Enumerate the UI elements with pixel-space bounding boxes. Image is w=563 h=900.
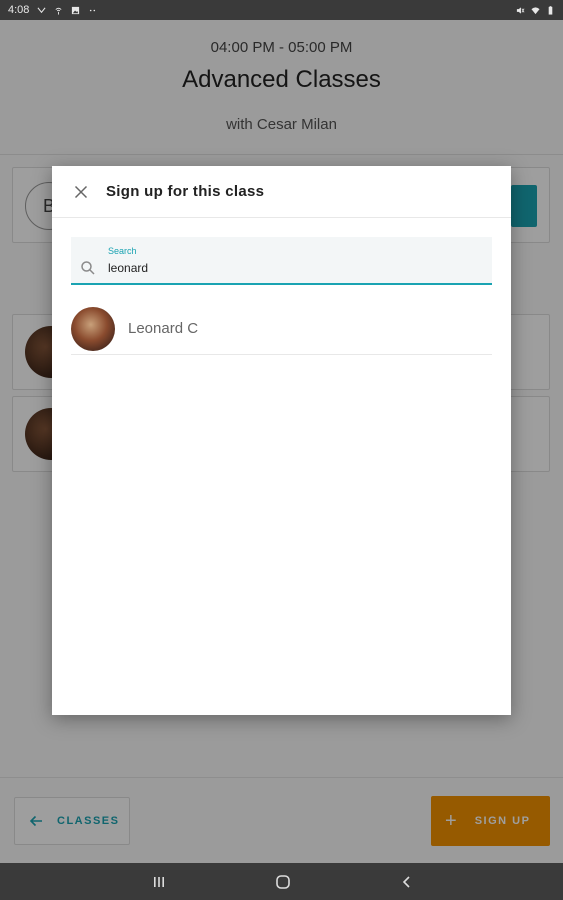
result-name: Leonard C bbox=[128, 320, 199, 337]
search-label: Search bbox=[108, 246, 137, 256]
close-icon[interactable] bbox=[72, 183, 90, 201]
mute-icon bbox=[516, 6, 525, 14]
search-result-item[interactable]: Leonard C bbox=[71, 303, 492, 355]
more-icon bbox=[90, 9, 96, 11]
recent-apps-icon[interactable] bbox=[149, 872, 169, 892]
battery-icon bbox=[548, 5, 553, 15]
sign-up-dialog: Sign up for this class Search Leonard C bbox=[52, 166, 511, 715]
wifi-icon bbox=[531, 6, 540, 14]
wifi-calling-icon bbox=[55, 7, 62, 15]
missed-call-icon bbox=[37, 6, 46, 13]
search-icon bbox=[81, 261, 95, 275]
avatar bbox=[71, 306, 115, 351]
system-nav-bar bbox=[0, 863, 563, 900]
search-input[interactable] bbox=[108, 261, 478, 275]
home-icon[interactable] bbox=[273, 872, 293, 892]
status-bar: 4:08 bbox=[0, 0, 563, 20]
dialog-header: Sign up for this class bbox=[52, 166, 511, 218]
back-icon[interactable] bbox=[397, 872, 417, 892]
image-icon bbox=[72, 6, 80, 14]
search-field[interactable]: Search bbox=[71, 237, 492, 285]
dialog-title: Sign up for this class bbox=[106, 183, 265, 200]
status-time: 4:08 bbox=[8, 4, 30, 16]
